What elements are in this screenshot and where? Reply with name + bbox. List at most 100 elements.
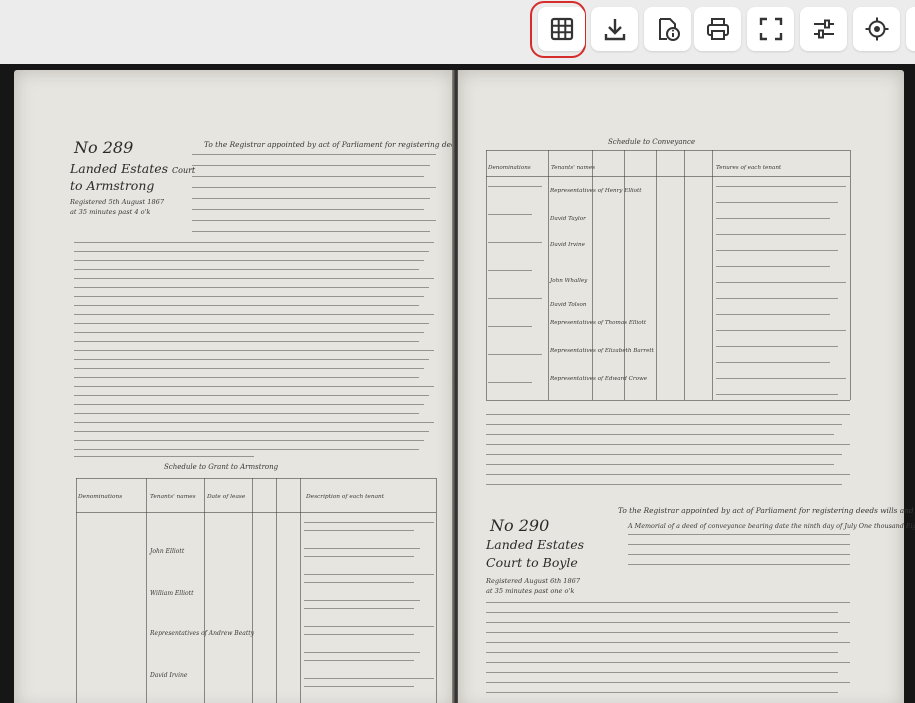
handwriting-line bbox=[716, 346, 838, 348]
handwriting-line bbox=[74, 242, 434, 244]
grid-icon bbox=[550, 17, 573, 41]
handwriting-line bbox=[486, 652, 838, 654]
entry-title-line-2: Court to Boyle bbox=[486, 555, 578, 570]
locate-button[interactable] bbox=[853, 7, 900, 51]
table-column-rule bbox=[204, 478, 205, 703]
handwriting-line bbox=[304, 530, 414, 532]
handwriting-line bbox=[488, 270, 532, 272]
tenant-name: Representatives of Andrew Beatty bbox=[150, 630, 255, 637]
table-header: Tenants' names bbox=[150, 494, 196, 500]
handwriting-line bbox=[486, 632, 838, 634]
handwriting-line bbox=[304, 678, 434, 680]
tenant-name: William Elliott bbox=[150, 590, 194, 597]
tenant-name: David Irvine bbox=[150, 672, 188, 679]
handwriting-line bbox=[304, 574, 434, 576]
handwriting-line bbox=[488, 354, 542, 356]
table-column-rule bbox=[76, 478, 77, 703]
handwriting-line bbox=[628, 534, 850, 536]
handwriting-line bbox=[192, 209, 424, 211]
handwriting-line bbox=[488, 326, 532, 328]
handwriting-line bbox=[716, 378, 846, 380]
handwriting-line bbox=[486, 662, 850, 664]
adjust-button[interactable] bbox=[800, 7, 847, 51]
handwriting-line bbox=[716, 218, 830, 220]
tenant-name: David Tolson bbox=[550, 302, 587, 308]
handwriting-line bbox=[716, 314, 830, 316]
document-viewer[interactable]: No 289 Landed Estates Court to Armstrong… bbox=[0, 64, 915, 703]
fullscreen-button[interactable] bbox=[747, 7, 794, 51]
handwriting-line bbox=[74, 332, 424, 334]
handwriting-line bbox=[304, 600, 420, 602]
entry-number: No 289 bbox=[74, 138, 134, 157]
handwriting-line bbox=[716, 394, 838, 396]
handwriting-line bbox=[74, 260, 424, 262]
table-column-rule bbox=[548, 150, 549, 400]
table-column-rule bbox=[252, 478, 253, 703]
handwriting-line bbox=[716, 250, 838, 252]
table-column-rule bbox=[684, 150, 685, 400]
handwriting-line bbox=[192, 187, 436, 189]
table-header: Date of lease bbox=[207, 494, 246, 500]
handwriting-line bbox=[486, 602, 850, 604]
schedule-heading: Schedule to Conveyance bbox=[608, 138, 696, 146]
handwriting-line bbox=[486, 454, 842, 456]
handwriting-line bbox=[192, 176, 424, 178]
handwriting-line bbox=[304, 652, 420, 654]
handwriting-line bbox=[74, 449, 419, 451]
handwriting-line bbox=[486, 484, 842, 486]
handwriting-line bbox=[486, 434, 834, 436]
handwriting-line bbox=[192, 198, 430, 200]
download-button[interactable] bbox=[591, 7, 638, 51]
handwriting-line bbox=[488, 242, 542, 244]
handwriting-line bbox=[74, 413, 419, 415]
handwriting-line bbox=[74, 440, 424, 442]
table-header: Denominations bbox=[78, 494, 123, 500]
handwriting-line bbox=[486, 692, 838, 694]
grid-view-button[interactable] bbox=[538, 7, 585, 51]
handwriting-line bbox=[486, 642, 850, 644]
handwriting-line bbox=[716, 202, 838, 204]
handwriting-line bbox=[74, 395, 429, 397]
entry-title-line-2: to Armstrong bbox=[70, 178, 155, 193]
handwriting-line bbox=[716, 266, 830, 268]
registered-line-2: at 35 minutes past 4 o'k bbox=[70, 208, 151, 216]
handwriting-line bbox=[74, 377, 419, 379]
table-header: Denominations bbox=[488, 165, 531, 171]
print-button[interactable] bbox=[694, 7, 741, 51]
left-page: No 289 Landed Estates Court to Armstrong… bbox=[14, 70, 570, 703]
handwriting-line bbox=[74, 359, 429, 361]
handwriting-line bbox=[488, 186, 542, 188]
handwriting-line bbox=[304, 582, 414, 584]
handwriting-line bbox=[486, 612, 838, 614]
handwriting-line bbox=[74, 314, 434, 316]
registered-line-1: Registered 5th August 1867 bbox=[70, 198, 165, 206]
tenant-name: Representatives of Elizabeth Barrett bbox=[550, 348, 654, 354]
table-column-rule bbox=[486, 150, 487, 400]
handwriting-line bbox=[74, 251, 429, 253]
handwriting-line bbox=[74, 350, 434, 352]
table-column-rule bbox=[276, 478, 277, 703]
handwriting-line bbox=[628, 544, 850, 546]
table-column-rule bbox=[300, 478, 301, 703]
table-header: Tenures of each tenant bbox=[716, 165, 782, 171]
handwriting-line bbox=[488, 214, 532, 216]
handwriting-line bbox=[74, 305, 419, 307]
registered-line-2: at 35 minutes past one o'k bbox=[486, 587, 575, 595]
handwriting-line bbox=[486, 474, 850, 476]
handwriting-line bbox=[716, 330, 846, 332]
overflow-button[interactable] bbox=[906, 7, 915, 51]
info-button[interactable] bbox=[644, 7, 691, 51]
tenant-name: John Elliott bbox=[150, 548, 185, 555]
handwriting-line bbox=[486, 444, 850, 446]
tenant-name: Representatives of Thomas Elliott bbox=[550, 320, 647, 326]
tenant-name: David Taylor bbox=[550, 216, 586, 222]
handwriting-line bbox=[716, 186, 846, 188]
handwriting-line bbox=[628, 554, 850, 556]
handwriting-line bbox=[304, 556, 414, 558]
handwriting-line bbox=[74, 287, 429, 289]
handwriting-line bbox=[486, 682, 850, 684]
handwriting-line bbox=[304, 686, 414, 688]
handwriting-line bbox=[74, 386, 434, 388]
handwriting-line bbox=[486, 672, 838, 674]
handwriting-line bbox=[74, 278, 434, 280]
